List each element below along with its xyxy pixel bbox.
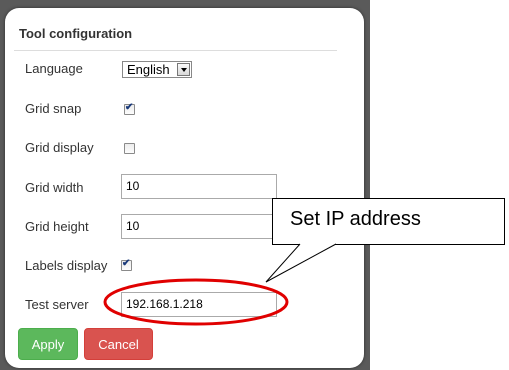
check-icon: ✔ [125, 102, 134, 113]
grid-display-checkbox[interactable] [124, 143, 135, 154]
language-label: Language [25, 61, 83, 76]
grid-snap-checkbox[interactable]: ✔ [124, 102, 135, 115]
labels-display-label: Labels display [25, 258, 108, 273]
language-select[interactable]: English [122, 61, 192, 78]
grid-snap-label: Grid snap [25, 101, 82, 116]
cancel-button[interactable]: Cancel [84, 328, 153, 360]
title-divider [14, 50, 337, 51]
grid-display-label: Grid display [25, 140, 94, 155]
chevron-down-icon [177, 63, 190, 76]
test-server-input[interactable]: 192.168.1.218 [121, 292, 277, 317]
annotation-callout-text: Set IP address [290, 208, 421, 230]
check-icon: ✔ [122, 258, 131, 269]
grid-height-input[interactable]: 10 [121, 214, 277, 239]
grid-height-label: Grid height [25, 219, 89, 234]
dialog-title: Tool configuration [19, 26, 133, 41]
apply-button[interactable]: Apply [18, 328, 78, 360]
labels-display-checkbox[interactable]: ✔ [121, 258, 132, 271]
test-server-label: Test server [25, 297, 89, 312]
grid-width-label: Grid width [25, 180, 84, 195]
language-select-value: English [127, 62, 170, 77]
grid-width-input[interactable]: 10 [121, 174, 277, 199]
